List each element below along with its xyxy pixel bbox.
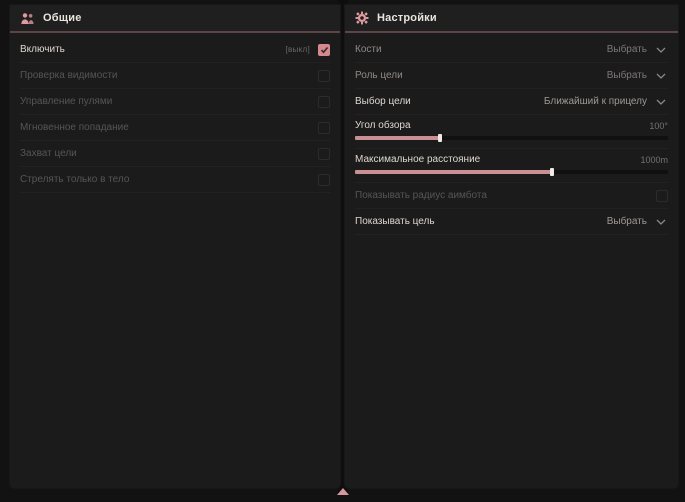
- row-label: Включить: [20, 44, 65, 55]
- row-label: Показывать радиус аимбота: [355, 190, 487, 201]
- fov-value: 100°: [649, 121, 668, 131]
- toggle-row-show-aimbot-radius[interactable]: Показывать радиус аимбота: [355, 183, 668, 209]
- toggle-row-bullet-control[interactable]: Управление пулями: [20, 89, 330, 115]
- row-label: Кости: [355, 44, 382, 55]
- gear-icon: [355, 11, 369, 25]
- checkbox-instant-hit[interactable]: [318, 122, 330, 134]
- dropdown-row-target-role: Роль цели Выбрать: [355, 63, 668, 89]
- target-selection-dropdown[interactable]: Ближайший к прицелу: [544, 96, 668, 107]
- row-label: Захват цели: [20, 148, 77, 159]
- panel-general-title: Общие: [43, 12, 82, 24]
- checkbox-bullet-control[interactable]: [318, 96, 330, 108]
- row-label: Показывать цель: [355, 216, 435, 227]
- check-icon: [320, 46, 329, 54]
- row-label: Стрелять только в тело: [20, 174, 129, 185]
- fov-slider-fill: [355, 136, 440, 140]
- toggle-row-visibility-check[interactable]: Проверка видимости: [20, 63, 330, 89]
- max-distance-slider[interactable]: [355, 170, 668, 174]
- fov-slider-thumb[interactable]: [438, 134, 442, 142]
- chevron-down-icon: [656, 73, 666, 79]
- row-label: Проверка видимости: [20, 70, 118, 81]
- panel-settings-title: Настройки: [377, 12, 437, 24]
- row-label: Мгновенное попадание: [20, 122, 129, 133]
- bones-dropdown[interactable]: Выбрать: [607, 44, 668, 55]
- row-label: Роль цели: [355, 70, 403, 81]
- dropdown-row-bones: Кости Выбрать: [355, 37, 668, 63]
- row-label: Выбор цели: [355, 96, 411, 107]
- general-rows: Включить [выкл] Проверка видимости Управ…: [10, 33, 340, 193]
- dropdown-value: Выбрать: [607, 216, 647, 227]
- toggle-row-target-lock[interactable]: Захват цели: [20, 141, 330, 167]
- row-label: Угол обзора: [355, 120, 411, 131]
- show-target-dropdown[interactable]: Выбрать: [607, 216, 668, 227]
- dropdown-row-show-target: Показывать цель Выбрать: [355, 209, 668, 235]
- panel-general-header[interactable]: Общие: [10, 5, 340, 33]
- panel-settings: Настройки Кости Выбрать Роль цели Выбрат…: [345, 5, 678, 488]
- toggle-row-instant-hit[interactable]: Мгновенное попадание: [20, 115, 330, 141]
- panel-general: Общие Включить [выкл] Проверка видимости…: [10, 5, 340, 488]
- chevron-down-icon: [656, 219, 666, 225]
- row-label: Управление пулями: [20, 96, 112, 107]
- max-distance-value: 1000m: [640, 155, 668, 165]
- slider-row-fov: Угол обзора 100°: [355, 115, 668, 149]
- checkbox-enable[interactable]: [318, 44, 330, 56]
- fov-slider[interactable]: [355, 136, 668, 140]
- checkbox-target-lock[interactable]: [318, 148, 330, 160]
- target-role-dropdown[interactable]: Выбрать: [607, 70, 668, 81]
- dropdown-value: Выбрать: [607, 44, 647, 55]
- chevron-down-icon: [656, 99, 666, 105]
- toggle-row-body-only[interactable]: Стрелять только в тело: [20, 167, 330, 193]
- row-label: Максимальное расстояние: [355, 154, 480, 165]
- max-distance-slider-fill: [355, 170, 552, 174]
- dropdown-row-target-selection: Выбор цели Ближайший к прицелу: [355, 89, 668, 115]
- checkbox-body-only[interactable]: [318, 174, 330, 186]
- slider-row-max-distance: Максимальное расстояние 1000m: [355, 149, 668, 183]
- toggle-row-enable[interactable]: Включить [выкл]: [20, 37, 330, 63]
- dropdown-value: Выбрать: [607, 70, 647, 81]
- panel-settings-header[interactable]: Настройки: [345, 5, 678, 33]
- max-distance-slider-thumb[interactable]: [550, 168, 554, 176]
- keybind-state: [выкл]: [285, 45, 310, 54]
- settings-rows: Кости Выбрать Роль цели Выбрать Выбор це…: [345, 33, 678, 235]
- chevron-down-icon: [656, 47, 666, 53]
- checkbox-show-aimbot-radius[interactable]: [656, 190, 668, 202]
- dropdown-value: Ближайший к прицелу: [544, 96, 647, 107]
- checkbox-visibility-check[interactable]: [318, 70, 330, 82]
- scroll-up-indicator[interactable]: [337, 488, 349, 495]
- users-icon: [20, 12, 35, 25]
